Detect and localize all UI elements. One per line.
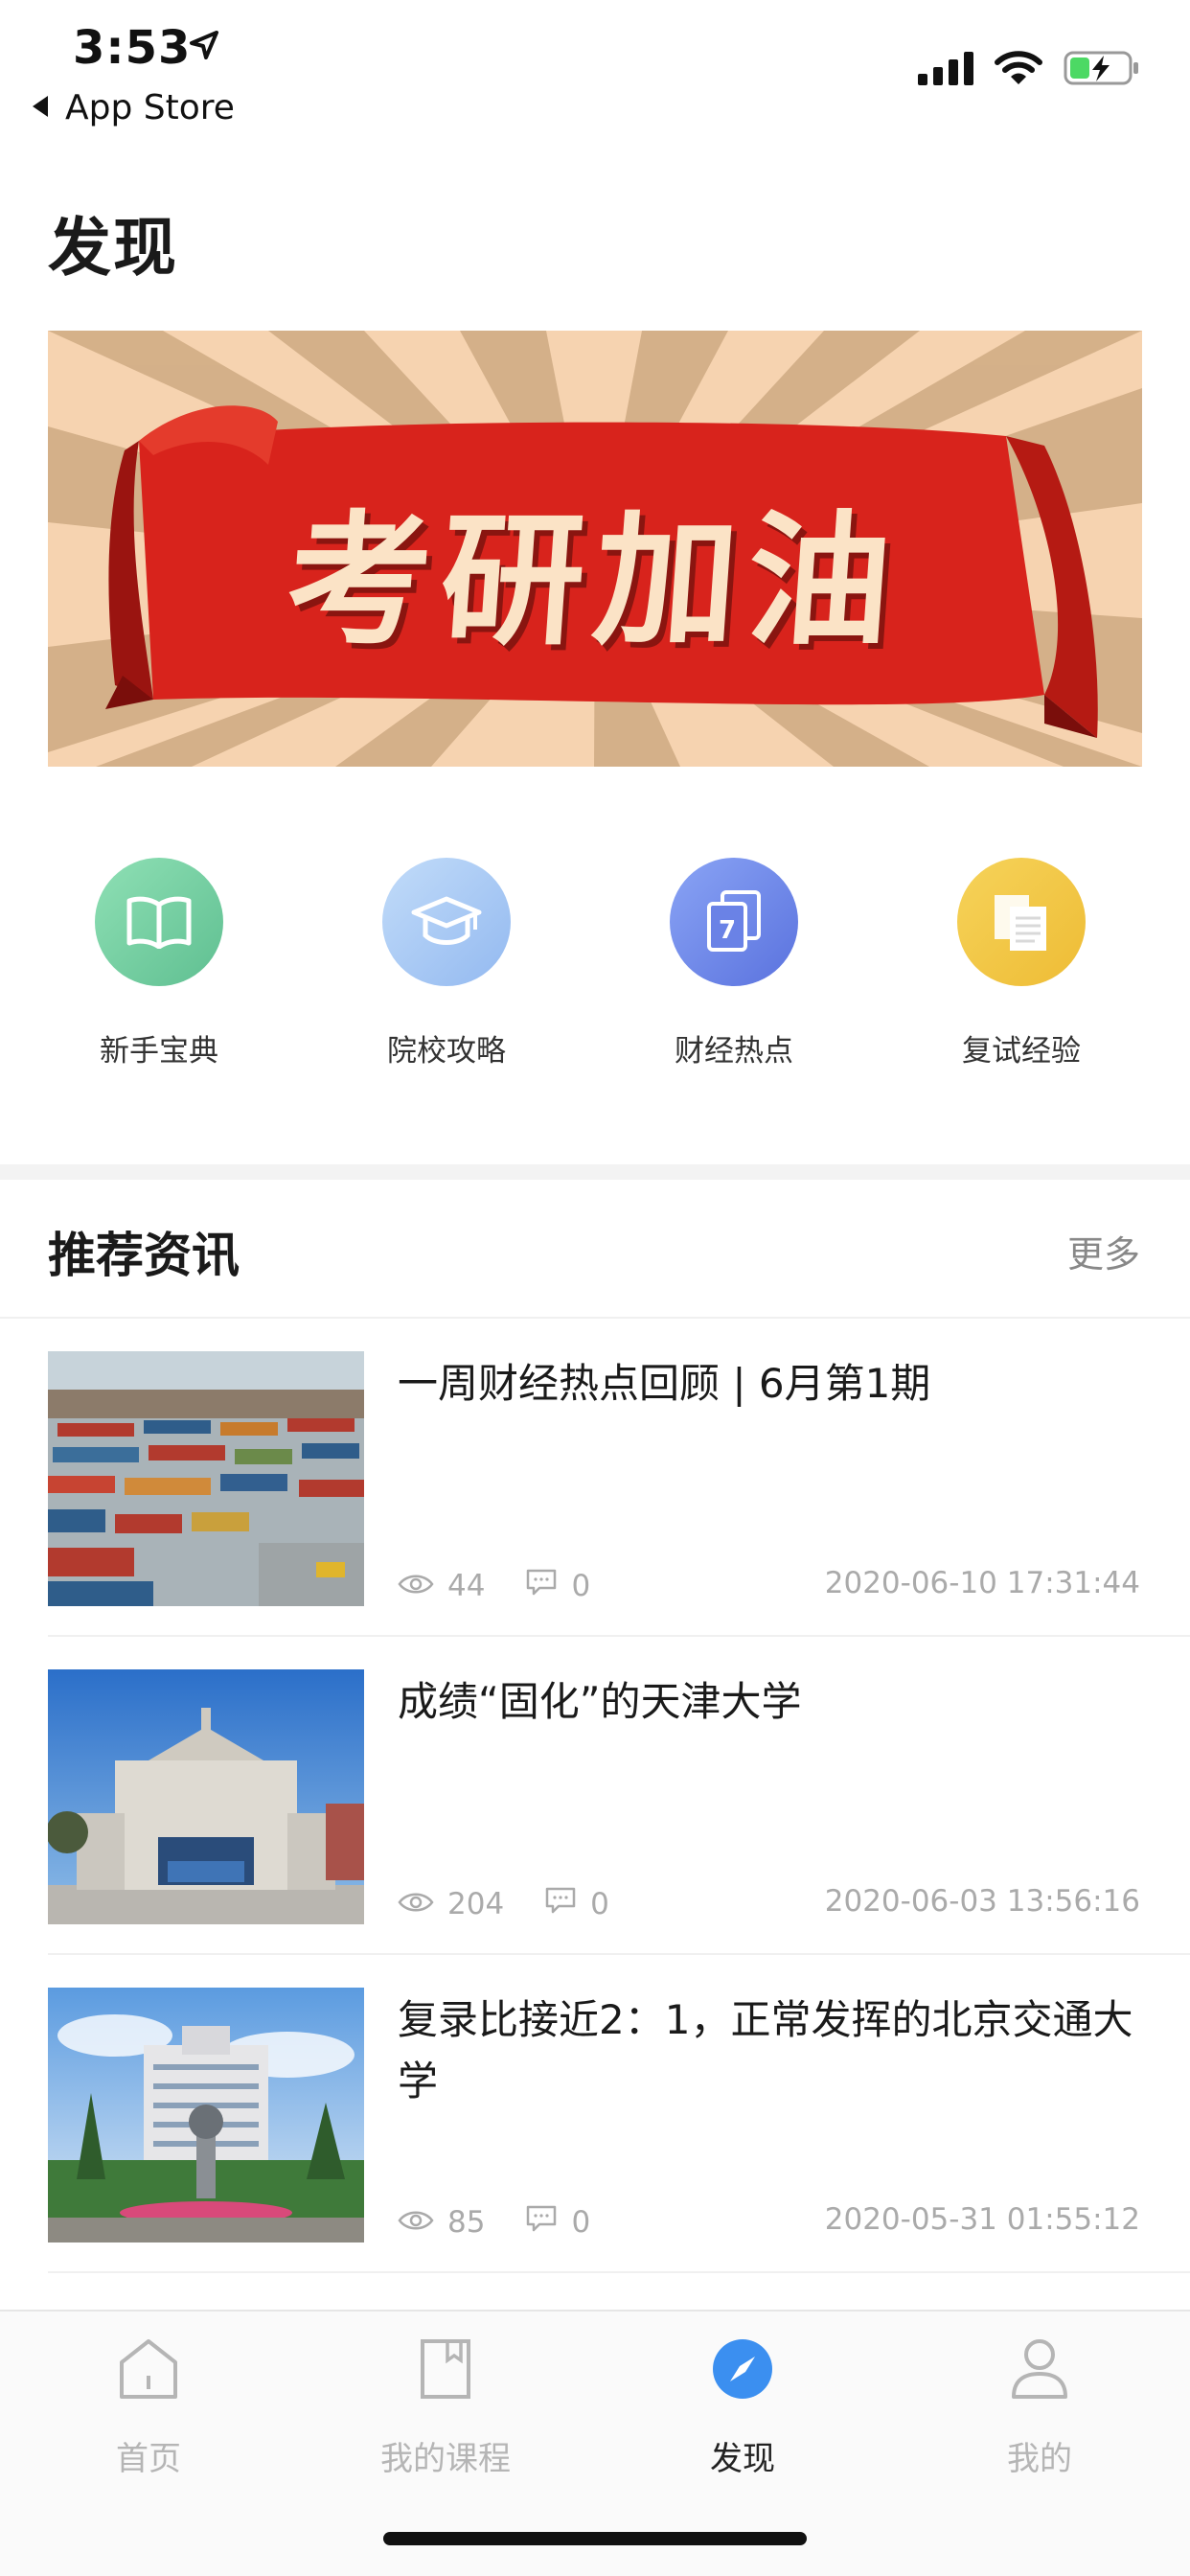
comment-icon — [525, 1568, 558, 1604]
tab-my-courses[interactable]: 我的课程 — [297, 2331, 594, 2479]
news-title: 一周财经热点回顾 | 6月第1期 — [398, 1360, 931, 1407]
quick-links: 新手宝典 院校攻略 7 财经热点 复试经验 — [0, 858, 1190, 1088]
news-meta: 204 0 — [398, 1886, 650, 1922]
tab-mine[interactable]: 我的 — [891, 2331, 1188, 2479]
svg-text:7: 7 — [719, 916, 736, 945]
section-divider — [0, 1164, 1190, 1180]
quick-link-finance-hot[interactable]: 7 财经热点 — [590, 858, 878, 1070]
documents-icon — [957, 858, 1086, 986]
home-icon — [0, 2331, 297, 2407]
status-bar: 3:53 App Store — [0, 0, 1190, 144]
comment-count: 0 — [571, 1569, 591, 1603]
tab-home[interactable]: 首页 — [0, 2331, 297, 2479]
signal-icon — [918, 51, 973, 89]
news-meta: 44 0 — [398, 1568, 630, 1604]
quick-link-label: 复试经验 — [962, 1034, 1081, 1069]
comment-count: 0 — [590, 1887, 609, 1921]
view-count: 85 — [447, 2205, 486, 2240]
banner-text: 考研加油 — [281, 498, 907, 665]
comment-icon — [544, 1886, 577, 1922]
page-title: 发现 — [48, 211, 178, 285]
status-time: 3:53 — [73, 21, 192, 75]
eye-icon — [398, 1569, 434, 1603]
quick-link-label: 新手宝典 — [100, 1034, 218, 1069]
banner-image[interactable]: 考研加油 — [48, 331, 1142, 767]
news-item[interactable]: 复录比接近2：1，正常发挥的北京交通大学 85 0 2020-05-31 01:… — [0, 1955, 1190, 2273]
quick-link-retest-experience[interactable]: 复试经验 — [878, 858, 1165, 1070]
news-thumbnail-beijing-jiaotong-university — [48, 1988, 364, 2242]
tab-label: 我的课程 — [380, 2440, 511, 2478]
tab-label: 我的 — [1007, 2440, 1072, 2478]
tab-discover[interactable]: 发现 — [594, 2331, 891, 2479]
eye-icon — [398, 2205, 434, 2240]
news-item[interactable]: 成绩“固化”的天津大学 204 0 2020-06-03 13:56:16 — [0, 1637, 1190, 1955]
news-date: 2020-06-10 17:31:44 — [824, 1566, 1140, 1600]
news-thumbnail-port — [48, 1351, 364, 1606]
home-indicator[interactable] — [383, 2532, 807, 2545]
comment-icon — [525, 2204, 558, 2241]
news-date: 2020-05-31 01:55:12 — [824, 2202, 1140, 2237]
news-title: 复录比接近2：1，正常发挥的北京交通大学 — [398, 1996, 1133, 2104]
back-to-app-store[interactable]: App Store — [33, 88, 235, 127]
view-count: 204 — [447, 1887, 505, 1921]
comment-count: 0 — [571, 2205, 591, 2240]
back-label: App Store — [65, 88, 235, 127]
news-item[interactable]: 一周财经热点回顾 | 6月第1期 44 0 2020-06-10 17:31:4… — [0, 1319, 1190, 1637]
battery-charging-icon — [1064, 50, 1140, 90]
news-date: 2020-06-03 13:56:16 — [824, 1884, 1140, 1919]
user-icon — [891, 2331, 1188, 2407]
back-triangle-icon — [33, 96, 48, 117]
location-arrow-icon — [188, 29, 220, 65]
wifi-icon — [995, 50, 1042, 90]
view-count: 44 — [447, 1569, 486, 1603]
quick-link-school-guide[interactable]: 院校攻略 — [303, 858, 590, 1070]
tab-label: 发现 — [710, 2440, 775, 2478]
bookmark-book-icon — [297, 2331, 594, 2407]
news-thumbnail-tianjin-university — [48, 1669, 364, 1924]
quick-link-label: 院校攻略 — [387, 1034, 506, 1069]
news-title: 成绩“固化”的天津大学 — [398, 1678, 802, 1725]
book-icon — [95, 858, 223, 986]
news-meta: 85 0 — [398, 2204, 630, 2241]
calendar-document-icon: 7 — [670, 858, 798, 986]
eye-icon — [398, 1887, 434, 1921]
compass-icon — [594, 2331, 891, 2407]
more-link[interactable]: 更多 — [1067, 1225, 1140, 1277]
row-divider — [48, 2271, 1190, 2273]
quick-link-label: 财经热点 — [675, 1034, 793, 1069]
tab-label: 首页 — [116, 2440, 181, 2478]
graduation-cap-icon — [382, 858, 511, 986]
quick-link-beginner-guide[interactable]: 新手宝典 — [15, 858, 303, 1070]
section-title: 推荐资讯 — [48, 1228, 240, 1283]
